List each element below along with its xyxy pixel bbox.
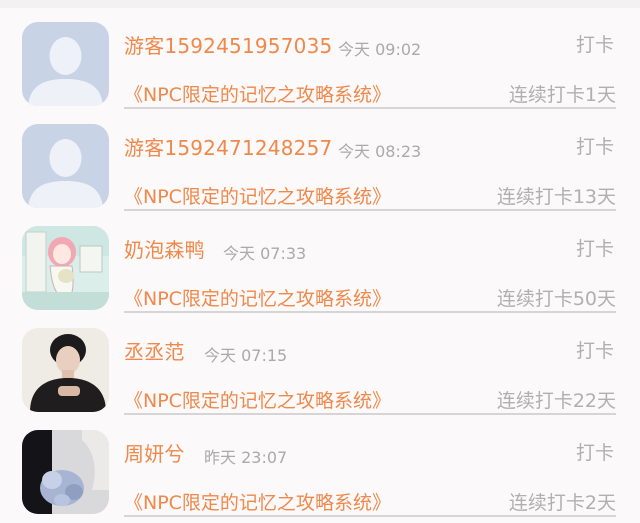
user-name[interactable]: 游客1592451957035 — [124, 30, 332, 59]
book-title-link[interactable]: 《NPC限定的记忆之攻略系统》 — [124, 80, 391, 107]
book-title-link[interactable]: 《NPC限定的记忆之攻略系统》 — [124, 488, 391, 515]
user-name[interactable]: 周妍兮 — [124, 438, 185, 467]
default-user-avatar-icon[interactable] — [22, 22, 109, 106]
checkin-button[interactable]: 打卡 — [576, 336, 614, 363]
user-name[interactable]: 游客1592471248257 — [124, 132, 332, 161]
item-divider — [124, 515, 616, 517]
item-divider — [124, 311, 616, 313]
checkin-time: 今天 08:23 — [338, 142, 422, 161]
checkin-list: 游客1592451957035 今天 09:02 打卡 《NPC限定的记忆之攻略… — [0, 0, 640, 523]
user-name[interactable]: 奶泡森鸭 — [124, 234, 205, 263]
streak-count: 连续打卡1天 — [508, 84, 616, 106]
checkin-time: 昨天 23:07 — [204, 448, 288, 467]
list-item: 周妍兮 昨天 23:07 打卡 《NPC限定的记忆之攻略系统》 连续打卡2天 — [0, 416, 640, 518]
photo-avatar-icon[interactable] — [22, 328, 109, 412]
list-item: 奶泡森鸭 今天 07:33 打卡 《NPC限定的记忆之攻略系统》 连续打卡50天 — [0, 212, 640, 314]
item-divider — [124, 209, 616, 211]
anime-girl-avatar-icon[interactable] — [22, 226, 109, 310]
checkin-time: 今天 09:02 — [338, 40, 422, 59]
checkin-time: 今天 07:33 — [223, 244, 307, 263]
streak-count: 连续打卡50天 — [496, 288, 616, 310]
item-divider — [124, 107, 616, 109]
list-item: 游客1592471248257 今天 08:23 打卡 《NPC限定的记忆之攻略… — [0, 110, 640, 212]
streak-count: 连续打卡2天 — [508, 492, 616, 514]
checkin-button[interactable]: 打卡 — [576, 132, 614, 159]
book-title-link[interactable]: 《NPC限定的记忆之攻略系统》 — [124, 182, 391, 209]
book-title-link[interactable]: 《NPC限定的记忆之攻略系统》 — [124, 284, 391, 311]
streak-count: 连续打卡13天 — [496, 186, 616, 208]
checkin-button[interactable]: 打卡 — [576, 234, 614, 261]
user-name[interactable]: 丞丞范 — [124, 336, 185, 365]
flower-photo-avatar-icon[interactable] — [22, 430, 109, 514]
checkin-button[interactable]: 打卡 — [576, 30, 614, 57]
streak-count: 连续打卡22天 — [496, 390, 616, 412]
book-title-link[interactable]: 《NPC限定的记忆之攻略系统》 — [124, 386, 391, 413]
default-user-avatar-icon[interactable] — [22, 124, 109, 208]
checkin-time: 今天 07:15 — [204, 346, 288, 365]
list-item: 游客1592451957035 今天 09:02 打卡 《NPC限定的记忆之攻略… — [0, 8, 640, 110]
item-divider — [124, 413, 616, 415]
list-item: 丞丞范 今天 07:15 打卡 《NPC限定的记忆之攻略系统》 连续打卡22天 — [0, 314, 640, 416]
checkin-button[interactable]: 打卡 — [576, 438, 614, 465]
